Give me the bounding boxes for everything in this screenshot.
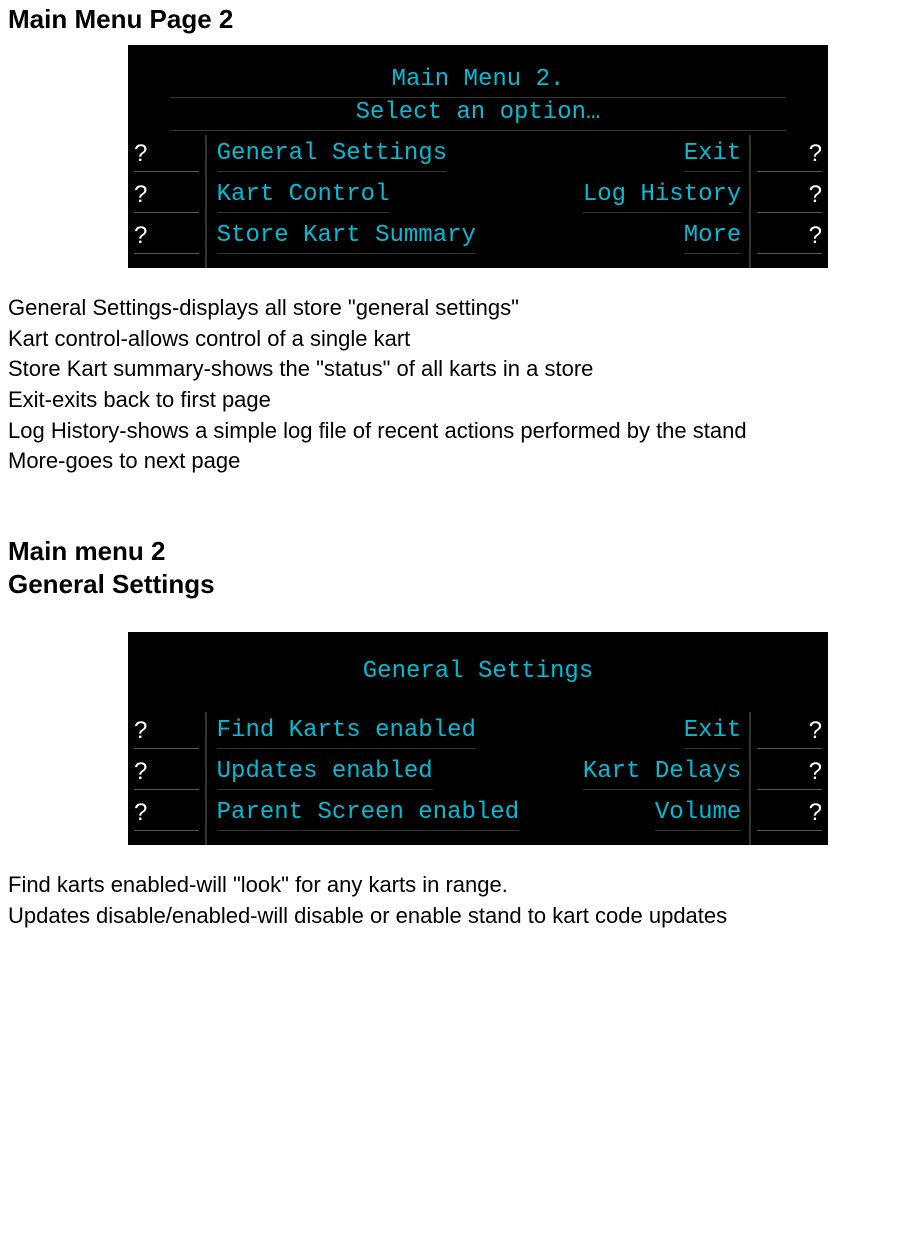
description-line: More-goes to next page bbox=[8, 446, 911, 476]
lcd-title-1: Main Menu 2. bbox=[170, 65, 786, 98]
help-icon[interactable]: ? bbox=[757, 716, 822, 749]
menu-item-store-kart-summary[interactable]: Store Kart Summary bbox=[217, 221, 476, 254]
help-icon[interactable]: ? bbox=[757, 139, 822, 172]
description-line: Find karts enabled-will "look" for any k… bbox=[8, 870, 911, 900]
menu-item-general-settings[interactable]: General Settings bbox=[217, 139, 447, 172]
menu-item-volume[interactable]: Volume bbox=[655, 798, 741, 831]
description-line: Updates disable/enabled-will disable or … bbox=[8, 901, 911, 931]
lcd-subtitle-1: Select an option… bbox=[170, 98, 786, 131]
description-line: Store Kart summary-shows the "status" of… bbox=[8, 354, 911, 384]
help-icon[interactable]: ? bbox=[134, 798, 199, 831]
lcd-title-2: General Settings bbox=[363, 658, 593, 685]
description-block-1: General Settings-displays all store "gen… bbox=[8, 293, 911, 476]
menu-item-updates-enabled[interactable]: Updates enabled bbox=[217, 757, 433, 790]
menu-item-kart-control[interactable]: Kart Control bbox=[217, 180, 390, 213]
help-icon[interactable]: ? bbox=[134, 757, 199, 790]
description-line: Log History-shows a simple log file of r… bbox=[8, 416, 911, 446]
page-heading-1: Main Menu Page 2 bbox=[8, 4, 911, 35]
menu-item-kart-delays[interactable]: Kart Delays bbox=[583, 757, 741, 790]
help-icon[interactable]: ? bbox=[757, 798, 822, 831]
page-heading-2b: General Settings bbox=[8, 569, 911, 600]
lcd-panel-general-settings: General Settings ? Find Karts enabled Ex… bbox=[128, 632, 828, 845]
menu-item-more[interactable]: More bbox=[684, 221, 742, 254]
description-block-2: Find karts enabled-will "look" for any k… bbox=[8, 870, 911, 930]
lcd-panel-mainmenu2: Main Menu 2. Select an option… ? General… bbox=[128, 45, 828, 268]
help-icon[interactable]: ? bbox=[757, 757, 822, 790]
help-icon[interactable]: ? bbox=[757, 180, 822, 213]
help-icon[interactable]: ? bbox=[134, 221, 199, 254]
menu-item-exit[interactable]: Exit bbox=[684, 139, 742, 172]
description-line: General Settings-displays all store "gen… bbox=[8, 293, 911, 323]
menu-item-parent-screen[interactable]: Parent Screen enabled bbox=[217, 798, 519, 831]
menu-item-log-history[interactable]: Log History bbox=[583, 180, 741, 213]
description-line: Exit-exits back to first page bbox=[8, 385, 911, 415]
menu-item-find-karts[interactable]: Find Karts enabled bbox=[217, 716, 476, 749]
menu-item-exit[interactable]: Exit bbox=[684, 716, 742, 749]
help-icon[interactable]: ? bbox=[757, 221, 822, 254]
help-icon[interactable]: ? bbox=[134, 180, 199, 213]
help-icon[interactable]: ? bbox=[134, 716, 199, 749]
description-line: Kart control-allows control of a single … bbox=[8, 324, 911, 354]
page-heading-2a: Main menu 2 bbox=[8, 536, 911, 567]
help-icon[interactable]: ? bbox=[134, 139, 199, 172]
